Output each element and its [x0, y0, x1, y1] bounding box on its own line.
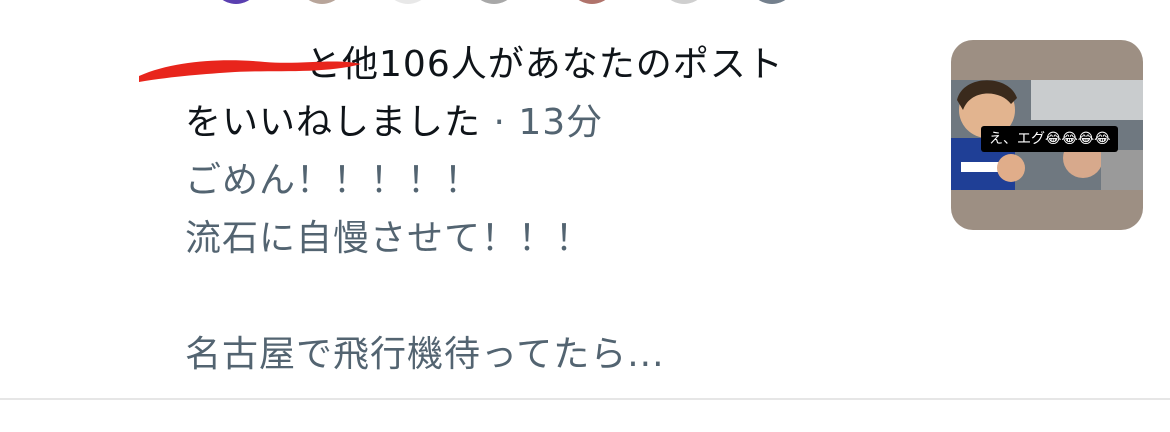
avatar[interactable] [212, 0, 260, 4]
separator-dot: · [493, 102, 506, 143]
avatar[interactable] [298, 0, 346, 4]
liked-by-avatars-row [0, 0, 1170, 6]
action-text: 人があなたのポスト [450, 44, 784, 85]
action-text-cont: をいいねしました [185, 102, 482, 143]
thumbnail-caption: え、エグ😂😂😂😂 [981, 126, 1119, 152]
like-count: 106 [379, 44, 451, 85]
avatar[interactable] [384, 0, 432, 4]
post-line-1: ごめん！！！！！ [185, 160, 482, 201]
post-line-3: 名古屋で飛行機待ってたら... [185, 334, 665, 375]
avatar[interactable] [568, 0, 616, 4]
like-notification[interactable]: と他106人があなたのポスト をいいねしました · 13分 ごめん！！！！！ 流… [139, 36, 925, 384]
avatar[interactable] [660, 0, 708, 4]
notification-headline: と他106人があなたのポスト をいいねしました · 13分 [139, 36, 925, 152]
redaction-scribble [139, 60, 361, 82]
timestamp: 13分 [518, 102, 604, 143]
avatar[interactable] [470, 0, 518, 4]
divider [0, 398, 1170, 400]
actor-name[interactable] [139, 36, 361, 94]
post-line-2: 流石に自慢させて！！！ [185, 218, 593, 259]
post-thumbnail[interactable]: え、エグ😂😂😂😂 [951, 40, 1143, 230]
avatar[interactable] [748, 0, 796, 4]
